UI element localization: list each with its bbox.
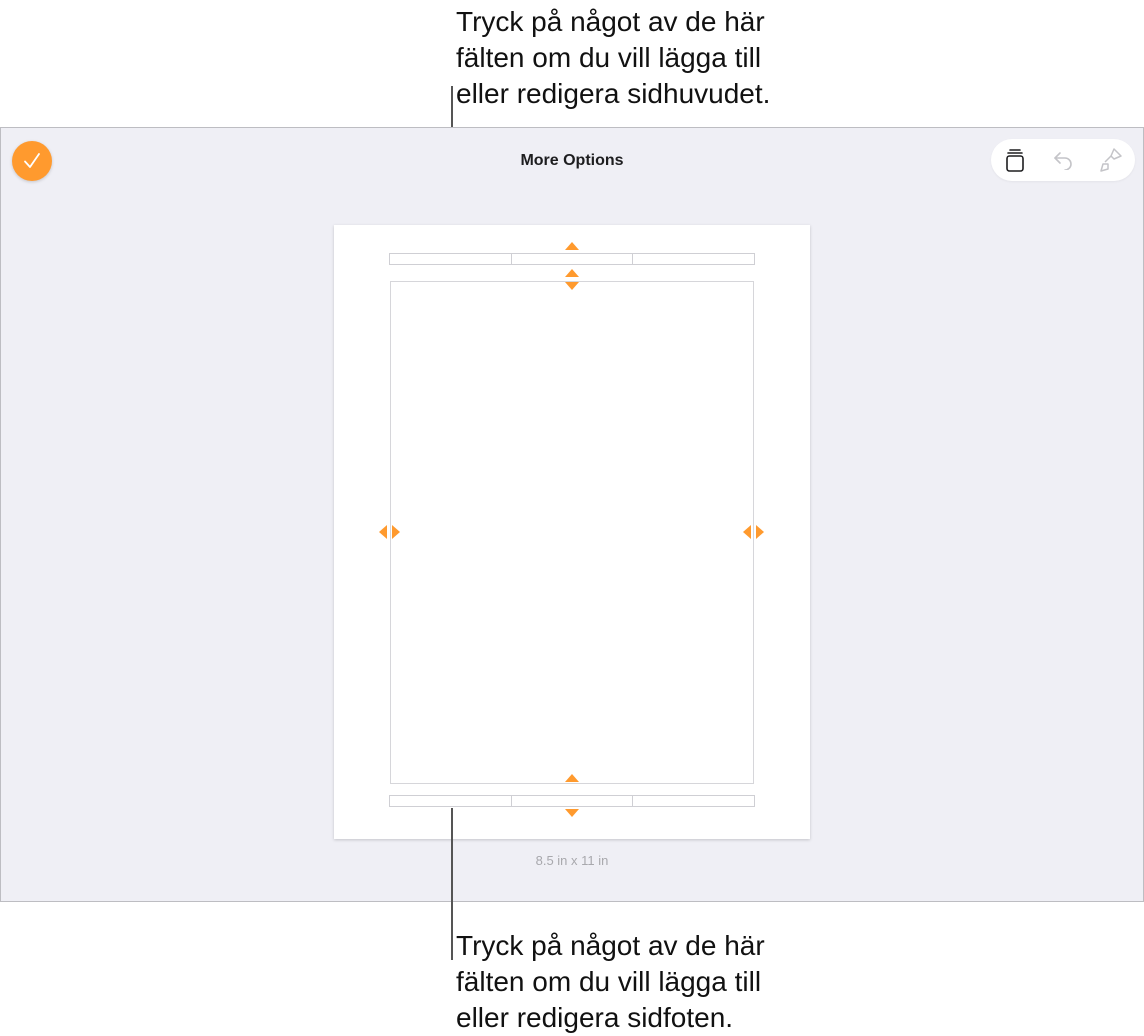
footer-margin-handle[interactable]: [565, 809, 579, 817]
header-field-left[interactable]: [390, 254, 511, 264]
document-page: [334, 225, 810, 839]
footer-field-right[interactable]: [632, 796, 754, 806]
right-margin-handle[interactable]: [743, 525, 765, 539]
undo-button[interactable]: [1048, 145, 1078, 175]
page-title: More Options: [520, 152, 624, 169]
header-field-center[interactable]: [510, 254, 633, 264]
footer-callout-leader-line: [451, 808, 453, 960]
undo-icon: [1054, 152, 1072, 170]
header-margin-handle[interactable]: [565, 242, 579, 250]
page-copy-icon: [1006, 149, 1024, 172]
header-callout: Tryck på något av de här fälten om du vi…: [456, 6, 771, 109]
bottom-margin-handle[interactable]: [565, 774, 579, 782]
footer-callout: Tryck på något av de här fälten om du vi…: [456, 930, 765, 1033]
document-body-area: [390, 281, 754, 784]
paintbrush-icon: [1100, 148, 1122, 172]
header-fields: [389, 253, 755, 265]
toolbar: [991, 139, 1135, 181]
footer-fields: [389, 795, 755, 807]
page-copy-button[interactable]: [1000, 145, 1030, 175]
page-size-label: 8.5 in x 11 in: [535, 853, 609, 868]
footer-field-center[interactable]: [510, 796, 633, 806]
header-field-right[interactable]: [632, 254, 754, 264]
footer-field-left[interactable]: [390, 796, 511, 806]
left-margin-handle[interactable]: [379, 525, 401, 539]
format-painter-button[interactable]: [1096, 145, 1126, 175]
more-options-screen: More Options 8.5 in x 11 in: [0, 127, 1144, 902]
